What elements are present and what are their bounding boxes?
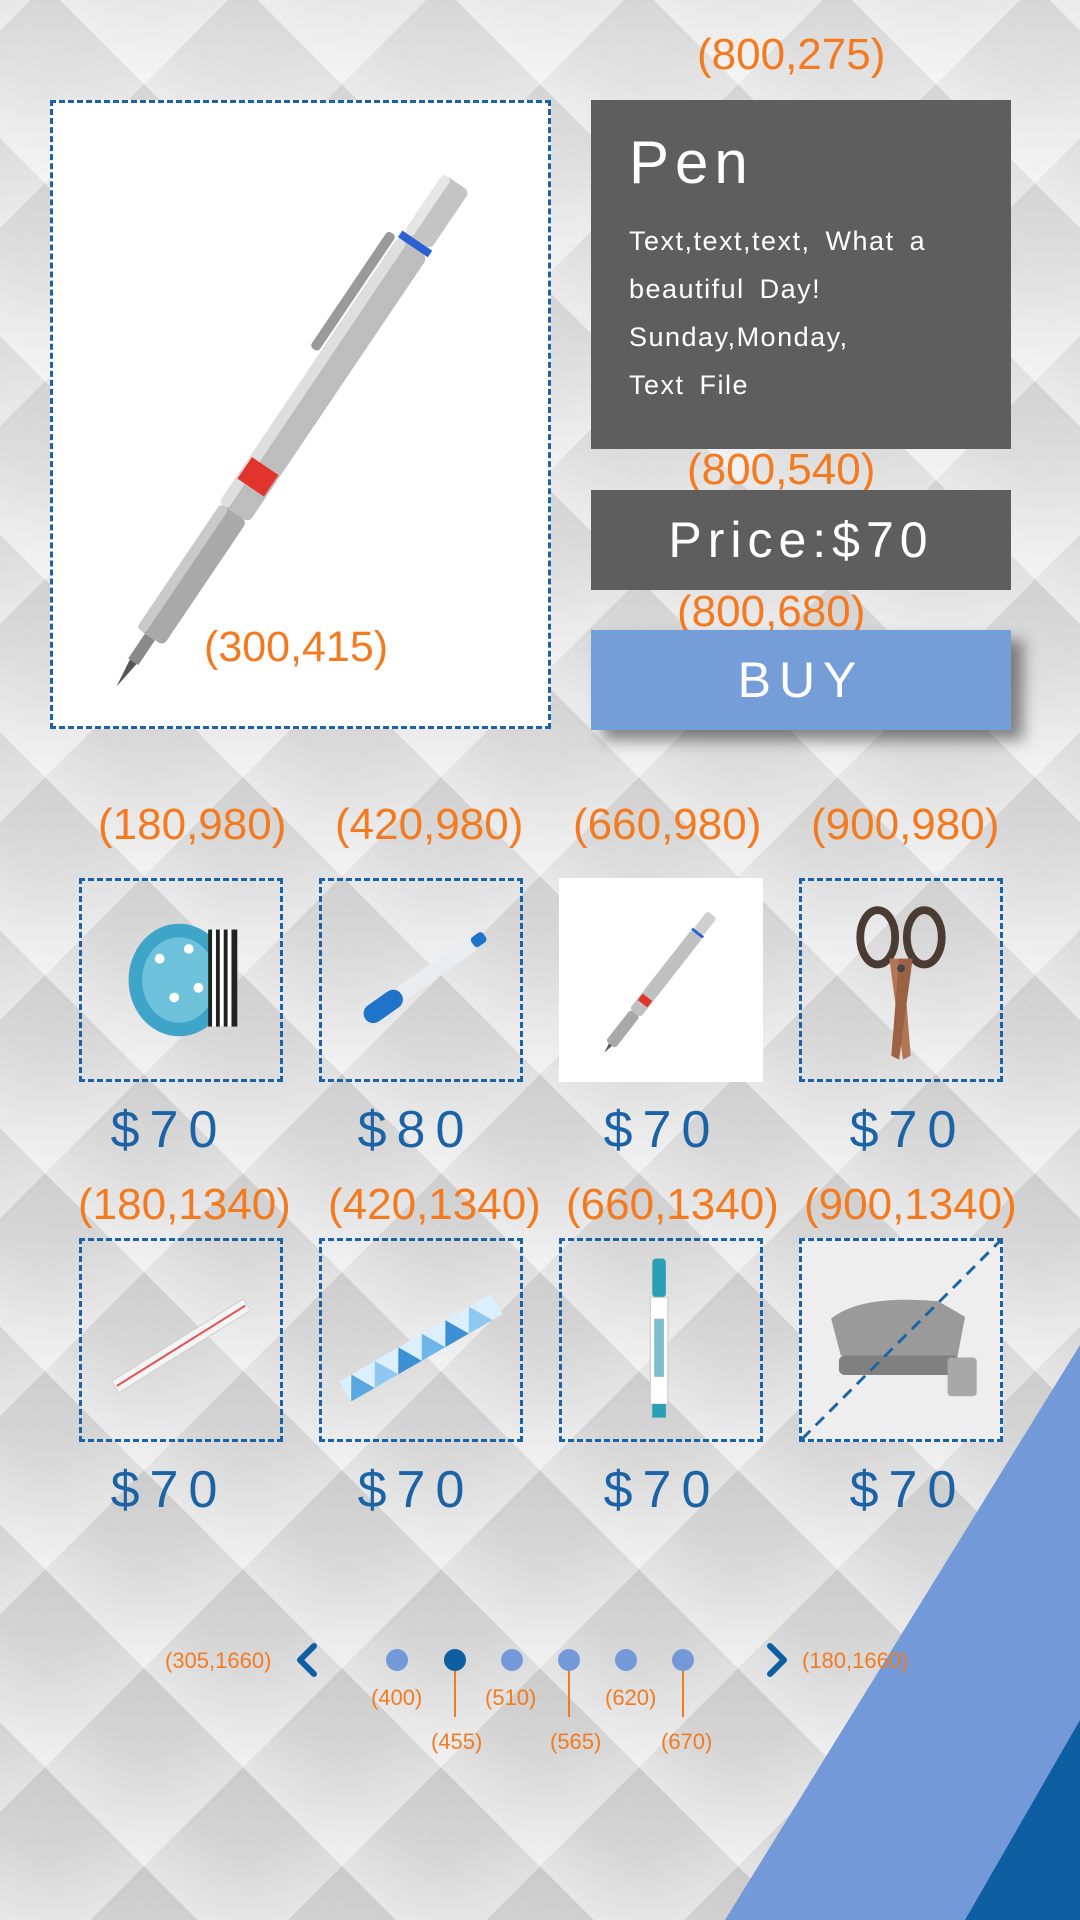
info-coord-label: (800,275): [697, 30, 886, 79]
chevron-right-icon: [767, 1643, 787, 1677]
page-dot[interactable]: [672, 1649, 694, 1671]
thumbnail-tape-strip[interactable]: [319, 1238, 523, 1442]
thumbnail-price: $80: [357, 1101, 475, 1159]
product-info-panel: Pen Text,text,text, What a beautiful Day…: [591, 100, 1011, 449]
thumbnail-marker[interactable]: [319, 878, 523, 1082]
thumbnail-price: $70: [357, 1461, 475, 1519]
thumb-coord-label: (420,980): [335, 800, 524, 849]
dot-coord-label: (510): [485, 1685, 537, 1710]
ruler-icon: [110, 1298, 252, 1394]
highlighter-pen-icon: [649, 1258, 669, 1418]
page-dot[interactable]: [501, 1649, 523, 1671]
thumbnail-price: $70: [603, 1461, 721, 1519]
product-price: Price:$70: [591, 490, 1011, 590]
prev-coord-label: (305,1660): [165, 1648, 272, 1673]
page-dot[interactable]: [386, 1649, 408, 1671]
thumb-coord-label: (660,1340): [566, 1180, 779, 1229]
mechanical-pencil-icon: [604, 912, 716, 1053]
next-arrow-button[interactable]: [756, 1640, 796, 1680]
image-coord-label: (300,415): [204, 623, 389, 671]
dot-coord-label: (400): [371, 1685, 423, 1710]
thumb-coord-label: (900,980): [811, 800, 1000, 849]
thumbnail-price: $70: [849, 1461, 967, 1519]
page-dot[interactable]: [615, 1649, 637, 1671]
dot-leader-line: [454, 1671, 456, 1717]
main-product-image-frame: (300,415): [50, 100, 551, 729]
thumbnail-stapler[interactable]: [799, 1238, 1003, 1442]
marker-icon: [363, 932, 487, 1024]
chevron-left-icon: [297, 1643, 317, 1677]
description-line: beautiful Day!: [629, 274, 822, 304]
product-title: Pen: [629, 129, 754, 196]
thumbnail-scissors[interactable]: [799, 878, 1003, 1082]
prev-arrow-button[interactable]: [288, 1640, 328, 1680]
next-coord-label: (180,1660): [802, 1648, 909, 1673]
description-line: Sunday,Monday,: [629, 322, 849, 352]
stapler-icon: [802, 1241, 1000, 1439]
thumbnail-ruler[interactable]: [79, 1238, 283, 1442]
dot-coord-label: (565): [550, 1729, 602, 1754]
page-dot-active[interactable]: [444, 1649, 466, 1671]
description-line: Text File: [629, 370, 750, 400]
thumbnail-price: $70: [849, 1101, 967, 1159]
thumbnail-price: $70: [603, 1101, 721, 1159]
dot-leader-line: [568, 1671, 570, 1717]
thumbnail-highlighter-pen[interactable]: [559, 1238, 763, 1442]
description-line: Text,text,text, What a: [629, 226, 927, 256]
thumbnail-mechanical-pencil[interactable]: [559, 878, 763, 1082]
scissors-icon: [856, 906, 946, 1060]
price-coord-label: (800,540): [687, 445, 876, 494]
thumb-coord-label: (180,1340): [78, 1180, 291, 1229]
dot-coord-label: (455): [431, 1729, 483, 1754]
dot-coord-label: (670): [661, 1729, 713, 1754]
dot-coord-label: (620): [605, 1685, 657, 1710]
thumb-coord-label: (420,1340): [328, 1180, 541, 1229]
thumb-coord-label: (660,980): [573, 800, 762, 849]
thumbnail-price: $70: [110, 1461, 228, 1519]
decorative-corner-triangle-dark: [965, 1720, 1080, 1920]
buy-button[interactable]: BUY: [591, 630, 1011, 730]
thumb-coord-label: (180,980): [98, 800, 287, 849]
tape-strip-icon: [339, 1294, 503, 1402]
washi-tape-icon: [128, 923, 238, 1037]
page-dot[interactable]: [558, 1649, 580, 1671]
thumbnail-price: $70: [110, 1101, 228, 1159]
thumbnail-washi-tape[interactable]: [79, 878, 283, 1082]
product-description: Text,text,text, What a beautiful Day! Su…: [629, 217, 973, 409]
dot-leader-line: [682, 1671, 684, 1717]
thumb-coord-label: (900,1340): [804, 1180, 1017, 1229]
